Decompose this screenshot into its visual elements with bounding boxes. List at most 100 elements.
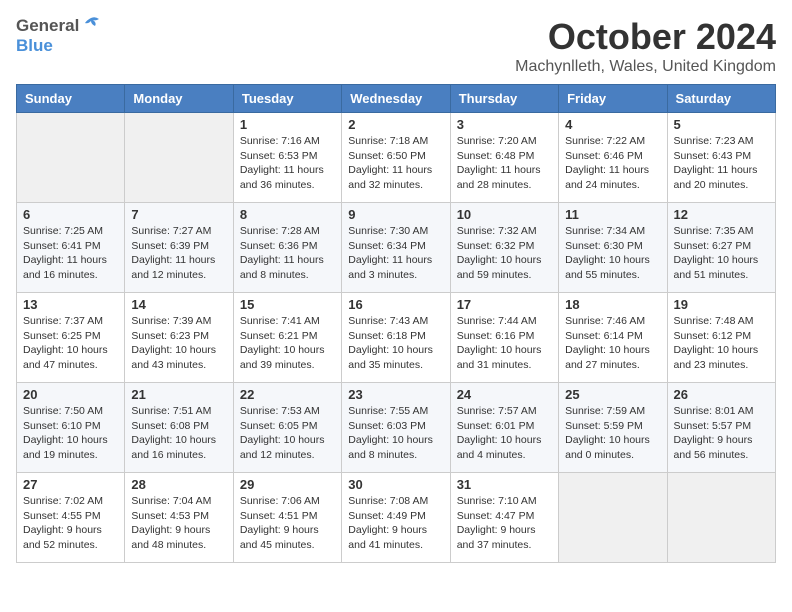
- title-area: October 2024 Machynlleth, Wales, United …: [515, 16, 776, 76]
- day-number: 2: [348, 117, 443, 132]
- day-info: Sunrise: 7:16 AM Sunset: 6:53 PM Dayligh…: [240, 134, 335, 193]
- day-info: Sunrise: 7:18 AM Sunset: 6:50 PM Dayligh…: [348, 134, 443, 193]
- day-number: 18: [565, 297, 660, 312]
- day-number: 3: [457, 117, 552, 132]
- day-number: 30: [348, 477, 443, 492]
- day-info: Sunrise: 7:06 AM Sunset: 4:51 PM Dayligh…: [240, 494, 335, 553]
- calendar-cell: 28Sunrise: 7:04 AM Sunset: 4:53 PM Dayli…: [125, 473, 233, 563]
- day-info: Sunrise: 7:41 AM Sunset: 6:21 PM Dayligh…: [240, 314, 335, 373]
- calendar-cell: 9 Sunrise: 7:30 AM Sunset: 6:34 PM Daylig…: [342, 203, 450, 293]
- calendar-week-row: 20Sunrise: 7:50 AM Sunset: 6:10 PM Dayli…: [17, 383, 776, 473]
- day-number: 29: [240, 477, 335, 492]
- day-number: 22: [240, 387, 335, 402]
- weekday-header: Thursday: [450, 85, 558, 113]
- day-info: Sunrise: 7:43 AM Sunset: 6:18 PM Dayligh…: [348, 314, 443, 373]
- calendar-cell: 13Sunrise: 7:37 AM Sunset: 6:25 PM Dayli…: [17, 293, 125, 383]
- month-title: October 2024: [515, 16, 776, 58]
- calendar-cell: 4 Sunrise: 7:22 AM Sunset: 6:46 PM Daylig…: [559, 113, 667, 203]
- calendar-cell: 6Sunrise: 7:25 AM Sunset: 6:41 PM Daylig…: [17, 203, 125, 293]
- day-number: 21: [131, 387, 226, 402]
- logo: General Blue: [16, 16, 103, 56]
- day-info: Sunrise: 7:20 AM Sunset: 6:48 PM Dayligh…: [457, 134, 552, 193]
- calendar-table: SundayMondayTuesdayWednesdayThursdayFrid…: [16, 84, 776, 563]
- day-info: Sunrise: 7:27 AM Sunset: 6:39 PM Dayligh…: [131, 224, 226, 283]
- calendar-week-row: 13Sunrise: 7:37 AM Sunset: 6:25 PM Dayli…: [17, 293, 776, 383]
- day-number: 17: [457, 297, 552, 312]
- day-info: Sunrise: 7:59 AM Sunset: 5:59 PM Dayligh…: [565, 404, 660, 463]
- day-info: Sunrise: 8:01 AM Sunset: 5:57 PM Dayligh…: [674, 404, 769, 463]
- calendar-cell: 27 Sunrise: 7:02 AM Sunset: 4:55 PM Dayli…: [17, 473, 125, 563]
- calendar-cell: 21 Sunrise: 7:51 AM Sunset: 6:08 PM Dayli…: [125, 383, 233, 473]
- day-info: Sunrise: 7:57 AM Sunset: 6:01 PM Dayligh…: [457, 404, 552, 463]
- calendar-cell: 20Sunrise: 7:50 AM Sunset: 6:10 PM Dayli…: [17, 383, 125, 473]
- day-info: Sunrise: 7:39 AM Sunset: 6:23 PM Dayligh…: [131, 314, 226, 373]
- calendar-cell: 25 Sunrise: 7:59 AM Sunset: 5:59 PM Dayli…: [559, 383, 667, 473]
- calendar-cell: 15 Sunrise: 7:41 AM Sunset: 6:21 PM Dayli…: [233, 293, 341, 383]
- weekday-header: Wednesday: [342, 85, 450, 113]
- weekday-header: Sunday: [17, 85, 125, 113]
- day-number: 31: [457, 477, 552, 492]
- weekday-header: Tuesday: [233, 85, 341, 113]
- logo-general-text: General: [16, 16, 79, 36]
- day-info: Sunrise: 7:10 AM Sunset: 4:47 PM Dayligh…: [457, 494, 552, 553]
- day-info: Sunrise: 7:35 AM Sunset: 6:27 PM Dayligh…: [674, 224, 769, 283]
- day-info: Sunrise: 7:22 AM Sunset: 6:46 PM Dayligh…: [565, 134, 660, 193]
- header: General Blue October 2024 Machynlleth, W…: [16, 16, 776, 76]
- day-number: 19: [674, 297, 769, 312]
- day-info: Sunrise: 7:44 AM Sunset: 6:16 PM Dayligh…: [457, 314, 552, 373]
- day-info: Sunrise: 7:25 AM Sunset: 6:41 PM Dayligh…: [23, 224, 118, 283]
- calendar-cell: 10 Sunrise: 7:32 AM Sunset: 6:32 PM Dayli…: [450, 203, 558, 293]
- day-info: Sunrise: 7:02 AM Sunset: 4:55 PM Dayligh…: [23, 494, 118, 553]
- calendar-cell: 5 Sunrise: 7:23 AM Sunset: 6:43 PM Daylig…: [667, 113, 775, 203]
- day-info: Sunrise: 7:32 AM Sunset: 6:32 PM Dayligh…: [457, 224, 552, 283]
- day-number: 27: [23, 477, 118, 492]
- day-info: Sunrise: 7:30 AM Sunset: 6:34 PM Dayligh…: [348, 224, 443, 283]
- day-number: 1: [240, 117, 335, 132]
- day-info: Sunrise: 7:51 AM Sunset: 6:08 PM Dayligh…: [131, 404, 226, 463]
- calendar-cell: 23Sunrise: 7:55 AM Sunset: 6:03 PM Dayli…: [342, 383, 450, 473]
- calendar-week-row: 6Sunrise: 7:25 AM Sunset: 6:41 PM Daylig…: [17, 203, 776, 293]
- day-number: 24: [457, 387, 552, 402]
- day-number: 20: [23, 387, 118, 402]
- day-number: 14: [131, 297, 226, 312]
- calendar-cell: 29 Sunrise: 7:06 AM Sunset: 4:51 PM Dayli…: [233, 473, 341, 563]
- calendar-cell: 8Sunrise: 7:28 AM Sunset: 6:36 PM Daylig…: [233, 203, 341, 293]
- day-number: 26: [674, 387, 769, 402]
- calendar-cell: 12Sunrise: 7:35 AM Sunset: 6:27 PM Dayli…: [667, 203, 775, 293]
- calendar-cell: 7Sunrise: 7:27 AM Sunset: 6:39 PM Daylig…: [125, 203, 233, 293]
- logo-bird-icon: [81, 16, 103, 34]
- day-info: Sunrise: 7:08 AM Sunset: 4:49 PM Dayligh…: [348, 494, 443, 553]
- calendar-cell: 22 Sunrise: 7:53 AM Sunset: 6:05 PM Dayli…: [233, 383, 341, 473]
- calendar-cell: 31 Sunrise: 7:10 AM Sunset: 4:47 PM Dayli…: [450, 473, 558, 563]
- calendar-cell: [17, 113, 125, 203]
- day-info: Sunrise: 7:23 AM Sunset: 6:43 PM Dayligh…: [674, 134, 769, 193]
- day-number: 10: [457, 207, 552, 222]
- weekday-header: Monday: [125, 85, 233, 113]
- calendar-cell: 1 Sunrise: 7:16 AM Sunset: 6:53 PM Daylig…: [233, 113, 341, 203]
- day-number: 25: [565, 387, 660, 402]
- calendar-cell: 19 Sunrise: 7:48 AM Sunset: 6:12 PM Dayli…: [667, 293, 775, 383]
- calendar-body: 1 Sunrise: 7:16 AM Sunset: 6:53 PM Daylig…: [17, 113, 776, 563]
- day-info: Sunrise: 7:46 AM Sunset: 6:14 PM Dayligh…: [565, 314, 660, 373]
- day-number: 9: [348, 207, 443, 222]
- day-info: Sunrise: 7:34 AM Sunset: 6:30 PM Dayligh…: [565, 224, 660, 283]
- day-info: Sunrise: 7:48 AM Sunset: 6:12 PM Dayligh…: [674, 314, 769, 373]
- day-info: Sunrise: 7:28 AM Sunset: 6:36 PM Dayligh…: [240, 224, 335, 283]
- day-info: Sunrise: 7:55 AM Sunset: 6:03 PM Dayligh…: [348, 404, 443, 463]
- calendar-cell: [125, 113, 233, 203]
- day-number: 11: [565, 207, 660, 222]
- calendar-week-row: 27 Sunrise: 7:02 AM Sunset: 4:55 PM Dayli…: [17, 473, 776, 563]
- day-number: 13: [23, 297, 118, 312]
- calendar-cell: 2 Sunrise: 7:18 AM Sunset: 6:50 PM Daylig…: [342, 113, 450, 203]
- day-number: 15: [240, 297, 335, 312]
- day-number: 5: [674, 117, 769, 132]
- day-info: Sunrise: 7:04 AM Sunset: 4:53 PM Dayligh…: [131, 494, 226, 553]
- day-info: Sunrise: 7:53 AM Sunset: 6:05 PM Dayligh…: [240, 404, 335, 463]
- day-number: 16: [348, 297, 443, 312]
- weekday-header: Saturday: [667, 85, 775, 113]
- calendar-cell: 30 Sunrise: 7:08 AM Sunset: 4:49 PM Dayli…: [342, 473, 450, 563]
- day-number: 4: [565, 117, 660, 132]
- calendar-header-row: SundayMondayTuesdayWednesdayThursdayFrid…: [17, 85, 776, 113]
- calendar-cell: 26 Sunrise: 8:01 AM Sunset: 5:57 PM Dayli…: [667, 383, 775, 473]
- calendar-cell: 17 Sunrise: 7:44 AM Sunset: 6:16 PM Dayli…: [450, 293, 558, 383]
